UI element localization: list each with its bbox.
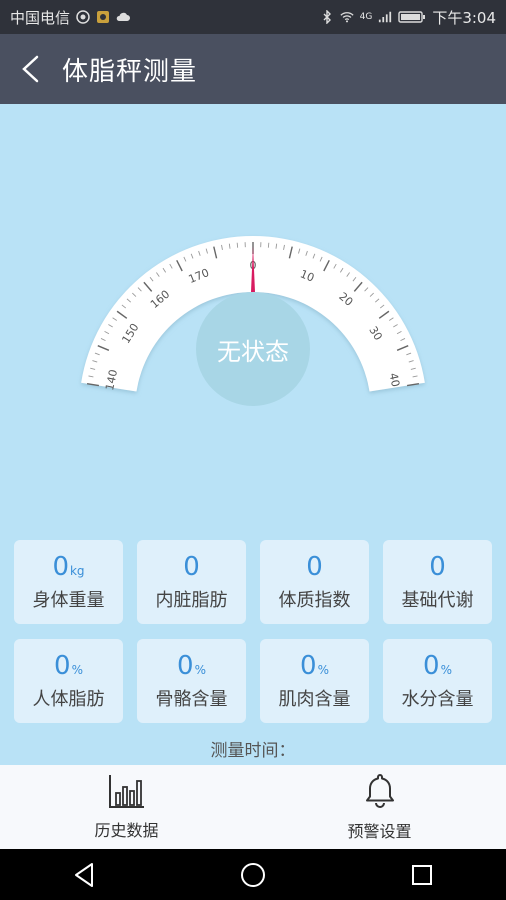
metric-value: 0 — [54, 651, 71, 681]
metric-card-bmr[interactable]: 0 基础代谢 — [383, 540, 492, 624]
metric-label: 骨骼含量 — [155, 689, 228, 710]
bluetooth-icon — [323, 10, 331, 24]
metric-label: 肌肉含量 — [278, 689, 351, 710]
metric-row: 0kg 身体重量 0 内脏脂肪 0 体质指数 0 基础代谢 — [14, 540, 492, 624]
metric-label: 水分含量 — [401, 689, 474, 710]
system-nav-bar — [0, 849, 506, 900]
metric-unit: % — [440, 663, 452, 677]
metric-value: 0 — [52, 552, 69, 582]
app-bar: 体脂秤测量 — [0, 34, 506, 104]
metric-label: 基础代谢 — [401, 590, 474, 611]
metric-card-muscle[interactable]: 0% 肌肉含量 — [260, 639, 369, 723]
signal-icon — [379, 11, 392, 23]
metric-value: 0 — [300, 651, 317, 681]
clock: 下午3:04 — [432, 8, 496, 27]
metric-label: 身体重量 — [32, 590, 105, 611]
measure-time-label: 测量时间： — [210, 741, 296, 761]
wifi-icon — [340, 12, 354, 23]
scale-gauge: 140150160170010203040 无状态 — [68, 172, 438, 422]
nav-label: 历史数据 — [94, 821, 159, 840]
nav-alert-settings[interactable]: 预警设置 — [253, 765, 506, 849]
metric-card-visceral-fat[interactable]: 0 内脏脂肪 — [137, 540, 246, 624]
recents-square-icon[interactable] — [410, 863, 434, 887]
metric-unit: % — [317, 663, 329, 677]
metric-unit: % — [71, 663, 83, 677]
app-icon — [97, 11, 110, 23]
nav-label: 预警设置 — [347, 822, 412, 841]
cloud-icon — [116, 12, 131, 21]
metric-card-bmi[interactable]: 0 体质指数 — [260, 540, 369, 624]
metric-value: 0 — [423, 651, 440, 681]
metric-value: 0 — [429, 552, 446, 582]
carrier-label: 中国电信 — [10, 8, 71, 27]
gauge-status: 无状态 — [196, 292, 310, 406]
metric-value: 0 — [306, 552, 323, 582]
app-notification-icon — [76, 10, 90, 24]
battery-icon — [398, 11, 426, 23]
metric-card-body-fat[interactable]: 0% 人体脂肪 — [14, 639, 123, 723]
bell-icon — [365, 774, 394, 808]
metric-label: 人体脂肪 — [32, 689, 105, 710]
nav-history-data[interactable]: 历史数据 — [0, 765, 253, 849]
metric-unit: % — [194, 663, 206, 677]
metric-card-water[interactable]: 0% 水分含量 — [383, 639, 492, 723]
metric-cards: 0kg 身体重量 0 内脏脂肪 0 体质指数 0 基础代谢 0% 人体脂肪 0%… — [14, 540, 492, 738]
metric-unit: kg — [69, 564, 85, 578]
page-title: 体脂秤测量 — [62, 56, 198, 87]
metric-card-weight[interactable]: 0kg 身体重量 — [14, 540, 123, 624]
metric-label: 体质指数 — [278, 590, 351, 611]
status-bar: 中国电信 4G 下午3:04 — [0, 0, 506, 34]
metric-value: 0 — [177, 651, 194, 681]
bottom-nav: 历史数据 预警设置 — [0, 765, 506, 849]
network-type-label: 4G — [359, 12, 373, 22]
bar-chart-icon — [108, 775, 144, 808]
metric-label: 内脏脂肪 — [155, 590, 228, 611]
back-button[interactable] — [0, 34, 62, 104]
metric-card-bone[interactable]: 0% 骨骼含量 — [137, 639, 246, 723]
metric-row: 0% 人体脂肪 0% 骨骼含量 0% 肌肉含量 0% 水分含量 — [14, 639, 492, 723]
chevron-left-icon — [22, 55, 39, 83]
back-triangle-icon[interactable] — [72, 862, 96, 888]
home-circle-icon[interactable] — [240, 862, 266, 888]
metric-value: 0 — [183, 552, 200, 582]
